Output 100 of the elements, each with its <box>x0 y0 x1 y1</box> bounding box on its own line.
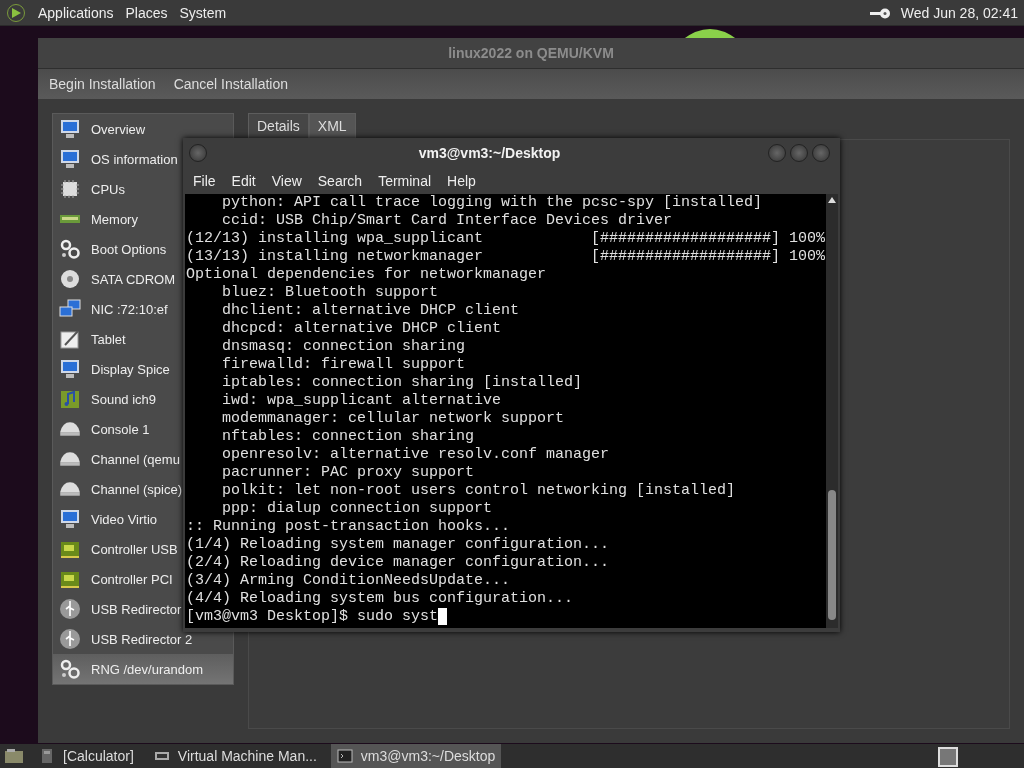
hardware-item[interactable]: Sound ich9 <box>53 384 159 414</box>
tablet-icon <box>59 328 81 350</box>
hardware-item[interactable]: Tablet <box>53 324 128 354</box>
hardware-item[interactable]: Console 1 <box>53 414 152 444</box>
hardware-item[interactable]: SATA CDROM <box>53 264 178 294</box>
hardware-item[interactable]: Controller PCI <box>53 564 175 594</box>
taskbar-item[interactable]: Virtual Machine Man... <box>147 744 323 768</box>
panel-menu[interactable]: System <box>173 4 233 21</box>
terminal-line: iptables: connection sharing [installed] <box>221 374 583 392</box>
terminal-line: python: API call trace logging with the pcsc-spy [installed] <box>221 194 763 212</box>
usb-icon <box>59 598 81 620</box>
terminal-line: (3/4) Arming ConditionNeedsUpdate... <box>186 572 511 590</box>
taskbar-item[interactable]: [Calculator] <box>33 744 140 768</box>
hardware-item[interactable]: Overview <box>53 114 148 144</box>
taskbar-label: vm3@vm3:~/Desktop <box>360 748 496 764</box>
hardware-item[interactable]: RNG /dev/urandom <box>53 654 233 684</box>
menu-item[interactable]: Help <box>441 173 482 189</box>
chip-icon <box>59 178 81 200</box>
terminal-line: firewalld: firewall support <box>221 356 466 374</box>
hardware-label: SATA CDROM <box>91 271 176 287</box>
terminal-line: [vm3@vm3 Desktop]$ sudo syst <box>186 608 439 626</box>
hardware-item[interactable]: Controller USB <box>53 534 180 564</box>
hardware-item[interactable]: Display Spice <box>53 354 172 384</box>
hardware-label: USB Redirector 2 <box>91 631 193 647</box>
hardware-label: RNG /dev/urandom <box>91 661 203 677</box>
music-icon <box>59 388 81 410</box>
terminal-line: pacrunner: PAC proxy support <box>221 464 475 482</box>
terminal-line: :: Running post-transaction hooks... <box>186 518 511 536</box>
hardware-item[interactable]: Video Virtio <box>53 504 159 534</box>
terminal-icon <box>336 748 353 764</box>
monitor-icon <box>59 358 81 380</box>
hardware-label: Console 1 <box>91 421 150 437</box>
terminal-line: dhclient: alternative DHCP client <box>221 302 520 320</box>
terminal-line: dnsmasq: connection sharing <box>221 338 466 356</box>
hardware-label: CPUs <box>91 181 125 197</box>
scrollbar[interactable] <box>826 194 838 628</box>
hardware-label: Channel (qemu <box>91 451 180 467</box>
hardware-label: OS information <box>91 151 178 167</box>
workspace-switcher[interactable] <box>938 747 958 767</box>
terminal-line: (4/4) Reloading system bus configuration... <box>186 590 574 608</box>
window-menu-button[interactable] <box>189 144 207 162</box>
hardware-label: Display Spice <box>91 361 170 377</box>
tab[interactable]: XML <box>308 113 356 139</box>
scroll-up-icon[interactable] <box>828 196 836 204</box>
terminal-line: ppp: dialup connection support <box>221 500 493 518</box>
menu-item[interactable]: File <box>187 173 222 189</box>
taskbar-label: Virtual Machine Man... <box>177 748 317 764</box>
hardware-item[interactable]: Channel (qemu <box>53 444 182 474</box>
terminal-line: (12/13) installing wpa_supplicant [###################] 100% <box>186 230 826 248</box>
terminal-line: polkit: let non-root users control networking [installed] <box>221 482 736 500</box>
terminal-line: iwd: wpa_supplicant alternative <box>221 392 502 410</box>
panel-menu[interactable]: Applications <box>32 4 120 21</box>
usb-icon <box>59 628 81 650</box>
terminal-line: modemmanager: cellular network support <box>221 410 565 428</box>
menu-item[interactable]: Terminal <box>372 173 438 189</box>
menu-item[interactable]: Search <box>311 173 369 189</box>
calculator-icon <box>39 748 55 764</box>
terminal-line: dhcpcd: alternative DHCP client <box>221 320 502 338</box>
terminal-line: bluez: Bluetooth support <box>221 284 439 302</box>
maximize-button[interactable] <box>790 144 808 162</box>
hardware-item[interactable]: USB Redirector 2 <box>53 624 195 654</box>
terminal-line: Optional dependencies for networkmanager <box>186 266 547 284</box>
taskbar-label: [Calculator] <box>63 748 134 764</box>
hardware-item[interactable]: Memory <box>53 204 140 234</box>
terminal-line: (13/13) installing networkmanager [###################] 100% <box>186 248 826 266</box>
taskbar-item[interactable]: vm3@vm3:~/Desktop <box>330 744 502 768</box>
terminal-line: ccid: USB Chip/Smart Card Interface Devices driver <box>221 212 673 230</box>
terminal-line: nftables: connection sharing <box>221 428 475 446</box>
network-icon <box>59 298 81 320</box>
monitor-icon <box>59 508 81 530</box>
hardware-label: Channel (spice) <box>91 481 183 497</box>
cable-icon <box>59 481 81 497</box>
menu-logo-icon[interactable] <box>6 2 26 23</box>
terminal-line: openresolv: alternative resolv.conf manager <box>221 446 610 464</box>
cable-icon <box>59 451 81 467</box>
tab[interactable]: Details <box>248 113 309 139</box>
toolbar-button[interactable]: Cancel Installation <box>168 72 294 96</box>
menu-item[interactable]: Edit <box>225 173 262 189</box>
panel-menu[interactable]: Places <box>119 4 174 21</box>
show-desktop-icon[interactable] <box>3 747 25 765</box>
hardware-item[interactable]: NIC :72:10:ef <box>53 294 170 324</box>
hardware-label: Boot Options <box>91 241 167 257</box>
key-icon[interactable] <box>868 6 891 19</box>
hardware-label: Tablet <box>91 331 126 347</box>
hardware-item[interactable]: Boot Options <box>53 234 169 264</box>
hardware-label: Memory <box>91 211 138 227</box>
toolbar-button[interactable]: Begin Installation <box>44 72 161 96</box>
terminal-line: (2/4) Reloading device manager configuration... <box>186 554 610 572</box>
hardware-item[interactable]: Channel (spice) <box>53 474 185 504</box>
clock[interactable]: Wed Jun 28, 02:41 <box>900 4 1018 21</box>
menu-item[interactable]: View <box>265 173 308 189</box>
hardware-label: Sound ich9 <box>91 391 157 407</box>
gears-icon <box>59 238 81 260</box>
hardware-item[interactable]: USB Redirector <box>53 594 184 624</box>
hardware-item[interactable]: CPUs <box>53 174 127 204</box>
hardware-label: Video Virtio <box>91 511 157 527</box>
scrollbar-thumb[interactable] <box>828 490 836 620</box>
minimize-button[interactable] <box>768 144 786 162</box>
close-button[interactable] <box>812 144 830 162</box>
hardware-item[interactable]: OS information <box>53 144 180 174</box>
